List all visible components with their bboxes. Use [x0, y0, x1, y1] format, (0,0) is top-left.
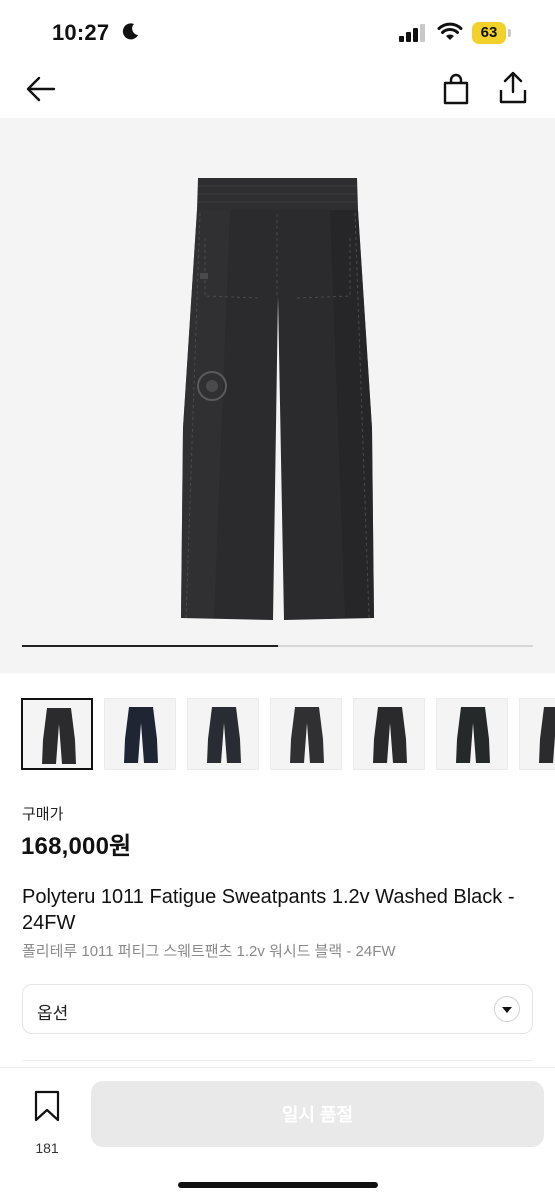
price-label: 구매가	[22, 806, 64, 823]
thumbnail-2[interactable]	[104, 698, 176, 770]
option-select[interactable]: 옵션	[22, 984, 533, 1034]
image-progress-fill	[22, 645, 278, 647]
thumbnail-5[interactable]	[353, 698, 425, 770]
thumbnail-4[interactable]	[270, 698, 342, 770]
divider	[22, 1060, 533, 1061]
thumbnail-3[interactable]	[187, 698, 259, 770]
bottom-action-bar: 181 일시 품절	[0, 1068, 555, 1200]
thumbnail-strip	[0, 698, 555, 772]
sweatpants-image	[181, 178, 374, 620]
product-title-ko: 폴리테루 1011 퍼티그 스웨트팬츠 1.2v 워시드 블랙 - 24FW	[22, 943, 396, 960]
product-image[interactable]	[0, 118, 555, 673]
thumbnail-7[interactable]	[519, 698, 555, 770]
thumbnail-6[interactable]	[436, 698, 508, 770]
wishlist-button[interactable]: 181	[26, 1090, 68, 1160]
wish-count: 181	[35, 1140, 59, 1156]
image-progress-bar	[22, 645, 533, 647]
sold-out-button[interactable]: 일시 품절	[91, 1081, 544, 1147]
thumbnail-1[interactable]	[21, 698, 93, 770]
bookmark-icon	[34, 1090, 60, 1122]
option-label: 옵션	[37, 1004, 69, 1023]
chevron-down-icon	[494, 996, 520, 1022]
status-time: 10:27	[52, 20, 110, 45]
shopping-bag-icon[interactable]	[440, 72, 472, 106]
home-indicator	[178, 1182, 378, 1188]
battery-icon: 63	[472, 22, 512, 44]
price: 168,000원	[21, 833, 132, 860]
back-arrow-icon[interactable]	[24, 74, 58, 104]
wifi-icon	[437, 22, 463, 40]
status-bar: 10:27 63	[0, 0, 555, 64]
share-icon[interactable]	[496, 70, 530, 106]
moon-icon	[122, 23, 138, 40]
top-nav	[0, 64, 555, 118]
signal-icon	[399, 24, 425, 42]
battery-level: 63	[480, 24, 498, 41]
product-title-en: Polyteru 1011 Fatigue Sweatpants 1.2v Wa…	[22, 886, 515, 934]
